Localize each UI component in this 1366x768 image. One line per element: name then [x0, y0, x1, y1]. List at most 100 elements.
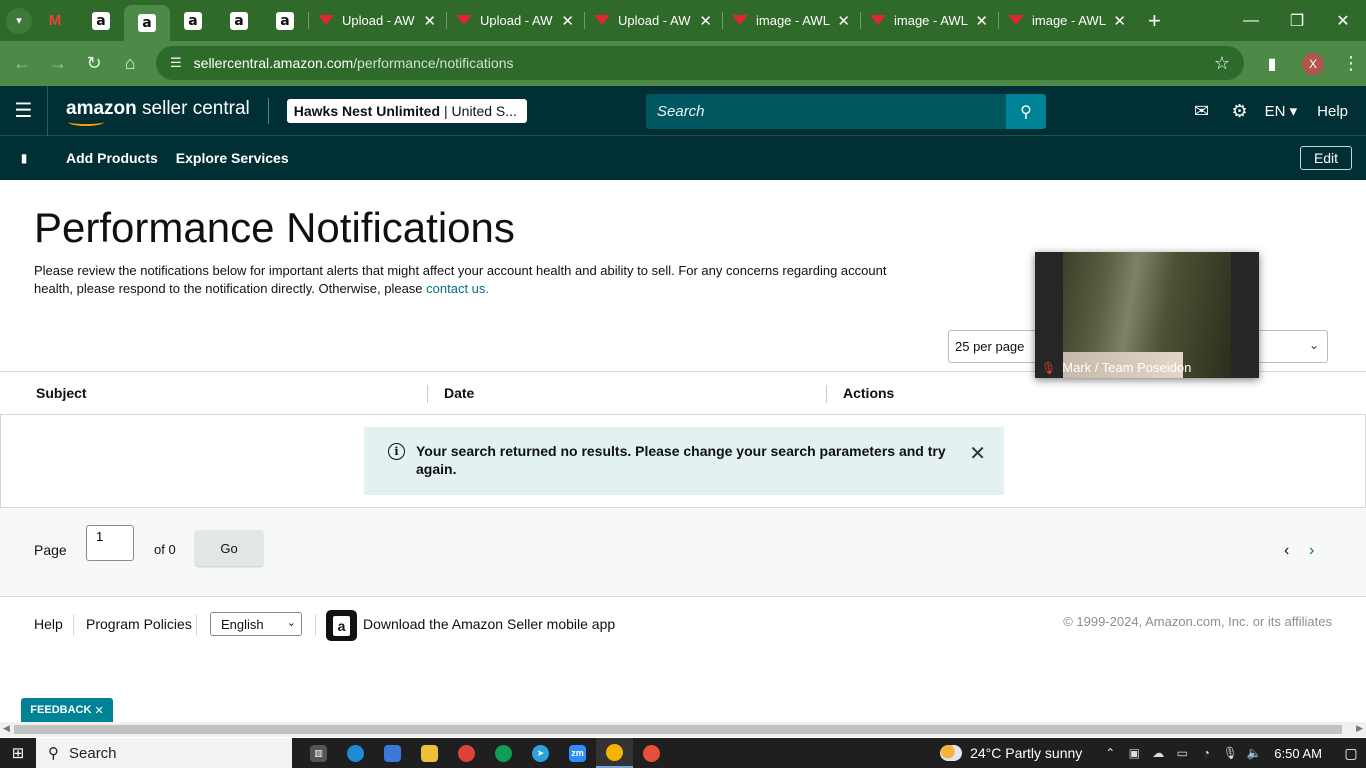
go-button[interactable]: Go: [195, 530, 263, 566]
browser-tab[interactable]: image - AWL ✕: [860, 0, 998, 41]
column-divider: [826, 385, 827, 403]
amazon-seller-app-icon[interactable]: a: [326, 610, 357, 641]
back-icon[interactable]: ←: [4, 53, 40, 74]
language-selector[interactable]: EN ▾: [1265, 102, 1298, 120]
close-tab-icon[interactable]: ✕: [699, 12, 712, 30]
scrollbar-thumb[interactable]: [14, 725, 1342, 734]
awl-favicon-icon: [1008, 14, 1024, 27]
wifi-icon[interactable]: ◔: [1194, 746, 1218, 760]
column-subject[interactable]: Subject: [36, 385, 87, 401]
search-input[interactable]: [646, 94, 1006, 129]
zoom-icon[interactable]: zm: [559, 738, 596, 768]
battery-icon[interactable]: ▭: [1170, 746, 1194, 760]
paint-icon[interactable]: [633, 738, 670, 768]
chevron-right-icon[interactable]: ›: [1309, 542, 1314, 560]
mail-icon[interactable]: ✉: [1183, 101, 1221, 122]
amazon-icon: a: [184, 11, 202, 30]
copyright: © 1999-2024, Amazon.com, Inc. or its aff…: [1063, 614, 1332, 629]
pinned-tab-amazon-1[interactable]: a: [78, 0, 124, 41]
clock[interactable]: 6:50 AM: [1274, 746, 1322, 761]
side-panel-icon[interactable]: ▮: [1254, 54, 1290, 74]
taskbar-search[interactable]: ⚲ Search: [36, 738, 292, 768]
chevron-up-icon[interactable]: ⌃: [1098, 746, 1122, 760]
no-results-alert: i Your search returned no results. Pleas…: [364, 427, 1004, 495]
close-icon[interactable]: ✕: [94, 704, 103, 717]
browser-tab[interactable]: image - AWL ✕: [998, 0, 1136, 41]
file-explorer-icon[interactable]: [411, 738, 448, 768]
help-link[interactable]: Help: [1317, 103, 1348, 120]
pinned-tab-amazon-3[interactable]: a: [170, 0, 216, 41]
close-tab-icon[interactable]: ✕: [837, 12, 850, 30]
bookmark-icon[interactable]: ▮: [0, 151, 48, 165]
explore-services-link[interactable]: Explore Services: [176, 150, 289, 166]
notification-icon[interactable]: ▢: [1336, 745, 1366, 762]
page-title: Performance Notifications: [34, 204, 515, 251]
search-button[interactable]: ⚲: [1006, 94, 1046, 129]
gmail-icon: M: [48, 12, 62, 29]
dismiss-alert-icon[interactable]: ✕: [969, 441, 986, 466]
scroll-left-icon[interactable]: ◀: [3, 723, 10, 734]
pinned-tab-amazon-5[interactable]: a: [262, 0, 308, 41]
browser-menu-icon[interactable]: ⋮: [1336, 53, 1366, 74]
meet-icon[interactable]: ▣: [1122, 746, 1146, 760]
amazon-icon: a: [138, 14, 156, 32]
pinned-tab-amazon-active[interactable]: a: [124, 5, 170, 41]
windows-start-icon[interactable]: ⊞: [0, 744, 36, 762]
download-app-link[interactable]: Download the Amazon Seller mobile app: [363, 616, 615, 632]
pinned-tab-gmail[interactable]: M: [32, 0, 78, 41]
task-view-icon[interactable]: ▥: [300, 738, 337, 768]
chrome-icon[interactable]: [448, 738, 485, 768]
pinned-tab-amazon-4[interactable]: a: [216, 0, 262, 41]
account-switcher[interactable]: Hawks Nest Unlimited | United S...: [286, 98, 527, 123]
footer-help-link[interactable]: Help: [34, 616, 63, 632]
header-search: ⚲: [646, 94, 1046, 129]
column-date[interactable]: Date: [444, 385, 474, 401]
onedrive-icon[interactable]: ☁: [1146, 746, 1170, 760]
home-icon[interactable]: ⌂: [112, 53, 148, 74]
seller-central-logo[interactable]: amazon seller central: [66, 98, 250, 126]
browser-tab[interactable]: Upload - AW ✕: [308, 0, 446, 41]
browser-tab[interactable]: image - AWL ✕: [722, 0, 860, 41]
reload-icon[interactable]: ↻: [76, 53, 112, 74]
volume-icon[interactable]: 🔈: [1242, 746, 1266, 760]
contact-us-link[interactable]: contact us.: [426, 281, 489, 296]
url-field[interactable]: ☰ sellercentral.amazon.com/performance/n…: [156, 46, 1244, 80]
horizontal-scrollbar[interactable]: ◀ ▶: [0, 722, 1366, 737]
scroll-right-icon[interactable]: ▶: [1356, 723, 1363, 734]
feedback-button[interactable]: FEEDBACK ✕: [21, 698, 113, 722]
gear-icon[interactable]: ⚙: [1221, 101, 1259, 122]
edge-icon[interactable]: [337, 738, 374, 768]
footer-language-select[interactable]: English ⌄: [210, 612, 302, 636]
browser-tab[interactable]: Upload - AW ✕: [446, 0, 584, 41]
forward-icon[interactable]: →: [40, 53, 76, 74]
add-products-link[interactable]: Add Products: [66, 150, 158, 166]
new-tab-icon[interactable]: +: [1148, 8, 1161, 34]
edit-bookmarks-button[interactable]: Edit: [1300, 146, 1352, 170]
store-icon[interactable]: [374, 738, 411, 768]
minimize-icon[interactable]: —: [1228, 12, 1274, 30]
site-info-icon[interactable]: ☰: [170, 55, 182, 71]
weather-text[interactable]: 24°C Partly sunny: [970, 745, 1082, 761]
video-call-overlay[interactable]: 🎙 Mark / Team Poseidon: [1035, 252, 1259, 378]
awl-favicon-icon: [594, 14, 610, 27]
close-tab-icon[interactable]: ✕: [975, 12, 988, 30]
address-bar: ← → ↻ ⌂ ☰ sellercentral.amazon.com/perfo…: [0, 41, 1366, 86]
awl-favicon-icon: [318, 14, 334, 27]
microphone-icon[interactable]: 🎙: [1218, 746, 1242, 760]
close-tab-icon[interactable]: ✕: [1113, 12, 1126, 30]
profile-avatar[interactable]: X: [1302, 52, 1324, 75]
close-tab-icon[interactable]: ✕: [561, 12, 574, 30]
telegram-icon[interactable]: ➤: [522, 738, 559, 768]
bookmark-star-icon[interactable]: ☆: [1214, 53, 1230, 74]
program-policies-link[interactable]: Program Policies: [86, 616, 192, 632]
close-window-icon[interactable]: ✕: [1320, 11, 1366, 31]
restore-icon[interactable]: ❐: [1274, 11, 1320, 31]
browser-tab[interactable]: Upload - AW ✕: [584, 0, 722, 41]
page-number-input[interactable]: [86, 525, 134, 561]
hamburger-menu-icon[interactable]: ☰: [0, 85, 48, 136]
close-tab-icon[interactable]: ✕: [423, 12, 436, 30]
chrome-profile-icon[interactable]: [485, 738, 522, 768]
tab-search-icon[interactable]: ▾: [6, 7, 32, 34]
chevron-left-icon[interactable]: ‹: [1284, 542, 1289, 560]
chrome-active-icon[interactable]: [596, 738, 633, 768]
